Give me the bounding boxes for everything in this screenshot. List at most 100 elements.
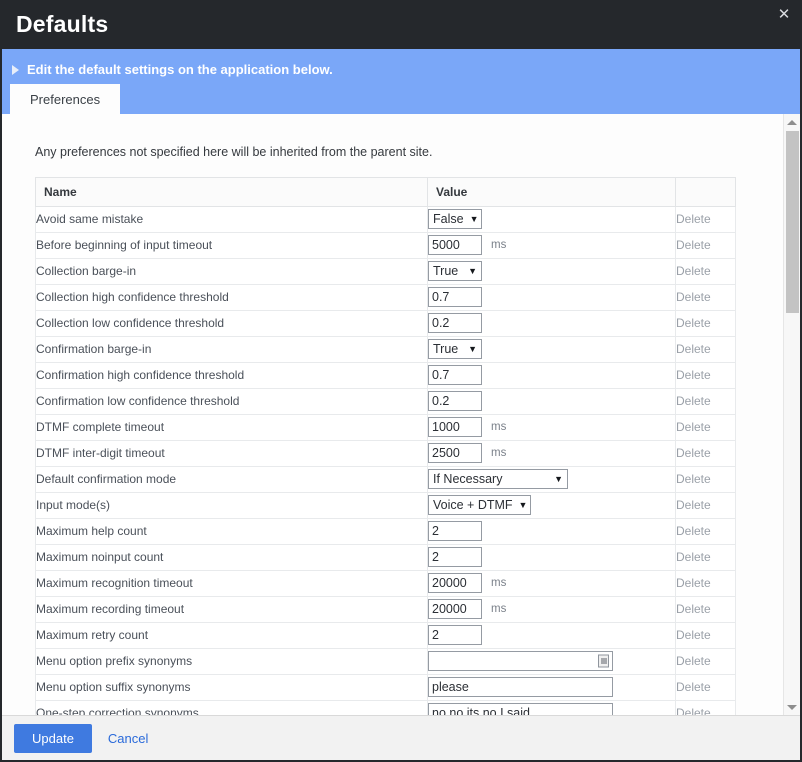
preference-input[interactable] bbox=[428, 599, 482, 619]
preference-input[interactable] bbox=[428, 547, 482, 567]
delete-link[interactable]: Delete bbox=[676, 290, 711, 304]
preference-value-cell bbox=[427, 673, 676, 701]
preference-value-cell: If Necessary ▼ bbox=[427, 465, 676, 493]
delete-link[interactable]: Delete bbox=[676, 264, 711, 278]
vertical-scrollbar[interactable] bbox=[783, 114, 800, 715]
delete-link[interactable]: Delete bbox=[676, 680, 711, 694]
scroll-down-arrow-icon[interactable] bbox=[784, 699, 800, 715]
delete-link[interactable]: Delete bbox=[676, 472, 711, 486]
instruction-row: Edit the default settings on the applica… bbox=[2, 49, 800, 79]
preference-input[interactable] bbox=[428, 391, 482, 411]
cancel-button[interactable]: Cancel bbox=[108, 732, 148, 745]
update-button[interactable]: Update bbox=[14, 723, 92, 753]
preference-value-cell: Voice + DTMF ▼ bbox=[427, 491, 676, 519]
preference-name: Default confirmation mode bbox=[35, 465, 428, 493]
table-row: Before beginning of input timeout ms Delet… bbox=[35, 231, 736, 259]
table-header-row: Name Value bbox=[35, 176, 736, 207]
defaults-dialog: Defaults ✕ Edit the default settings on … bbox=[0, 0, 802, 762]
preference-input[interactable] bbox=[428, 443, 482, 463]
delete-link[interactable]: Delete bbox=[676, 602, 711, 616]
preference-input[interactable] bbox=[428, 521, 482, 541]
delete-link[interactable]: Delete bbox=[676, 524, 711, 538]
content-area: Any preferences not specified here will … bbox=[2, 114, 800, 715]
preference-input[interactable] bbox=[428, 313, 482, 333]
preference-value-cell bbox=[427, 517, 676, 545]
tab-strip: Preferences bbox=[10, 84, 121, 114]
scroll-up-arrow-icon[interactable] bbox=[784, 114, 800, 130]
table-row: Maximum retry count Delete bbox=[35, 621, 736, 649]
value-unit-label: ms bbox=[491, 603, 507, 615]
preference-name: Confirmation low confidence threshold bbox=[35, 387, 428, 415]
preference-select-value: True bbox=[433, 341, 459, 356]
preference-input[interactable] bbox=[428, 573, 482, 593]
preference-value-cell bbox=[427, 699, 676, 715]
preference-name: Menu option suffix synonyms bbox=[35, 673, 428, 701]
preference-input[interactable] bbox=[428, 651, 613, 671]
preference-select-value: If Necessary bbox=[433, 471, 503, 486]
preference-select[interactable]: True ▼ bbox=[428, 261, 482, 281]
preference-value-cell: ms bbox=[427, 231, 676, 259]
table-row: Confirmation barge-in True ▼ Delete bbox=[35, 335, 736, 363]
preference-name: Collection high confidence threshold bbox=[35, 283, 428, 311]
delete-link[interactable]: Delete bbox=[676, 498, 711, 512]
preference-input[interactable] bbox=[428, 625, 482, 645]
preference-input[interactable] bbox=[428, 677, 613, 697]
preference-name: Maximum retry count bbox=[35, 621, 428, 649]
preference-name: DTMF complete timeout bbox=[35, 413, 428, 441]
preference-value-cell bbox=[427, 387, 676, 415]
preference-input[interactable] bbox=[428, 235, 482, 255]
preference-input[interactable] bbox=[428, 287, 482, 307]
column-header-name: Name bbox=[35, 176, 428, 207]
table-row: Maximum recognition timeout ms Delete bbox=[35, 569, 736, 597]
caret-right-icon bbox=[12, 64, 19, 75]
page-title: Defaults bbox=[16, 11, 109, 37]
table-row: One-step correction synonyms Delete bbox=[35, 699, 736, 715]
delete-link[interactable]: Delete bbox=[676, 446, 711, 460]
table-row: Menu option prefix synonyms Delete bbox=[35, 647, 736, 675]
table-row: Confirmation high confidence threshold De… bbox=[35, 361, 736, 389]
value-unit-label: ms bbox=[491, 421, 507, 433]
close-icon[interactable]: ✕ bbox=[774, 4, 794, 24]
delete-link[interactable]: Delete bbox=[676, 212, 711, 226]
delete-link[interactable]: Delete bbox=[676, 394, 711, 408]
preference-input[interactable] bbox=[428, 417, 482, 437]
instruction-text: Edit the default settings on the applica… bbox=[27, 62, 333, 77]
delete-link[interactable]: Delete bbox=[676, 628, 711, 642]
preference-select[interactable]: False ▼ bbox=[428, 209, 482, 229]
delete-link[interactable]: Delete bbox=[676, 316, 711, 330]
delete-link[interactable]: Delete bbox=[676, 576, 711, 590]
scrollbar-thumb[interactable] bbox=[786, 131, 799, 313]
preference-action-cell: Delete bbox=[675, 387, 736, 415]
instruction-banner: Edit the default settings on the applica… bbox=[2, 49, 800, 114]
chevron-down-icon: ▼ bbox=[469, 213, 479, 224]
preferences-table: Name Value Avoid same mistake False ▼ Delet… bbox=[35, 176, 736, 715]
delete-link[interactable]: Delete bbox=[676, 420, 711, 434]
delete-link[interactable]: Delete bbox=[676, 342, 711, 356]
column-header-actions bbox=[675, 176, 736, 207]
preference-select[interactable]: If Necessary ▼ bbox=[428, 469, 568, 489]
preference-select[interactable]: True ▼ bbox=[428, 339, 482, 359]
delete-link[interactable]: Delete bbox=[676, 368, 711, 382]
preference-action-cell: Delete bbox=[675, 231, 736, 259]
preference-input[interactable] bbox=[428, 365, 482, 385]
tab-preferences[interactable]: Preferences bbox=[10, 84, 121, 114]
dialog-footer: Update Cancel bbox=[2, 715, 800, 760]
delete-link[interactable]: Delete bbox=[676, 706, 711, 715]
value-unit-label: ms bbox=[491, 577, 507, 589]
preference-name: Maximum recording timeout bbox=[35, 595, 428, 623]
delete-link[interactable]: Delete bbox=[676, 238, 711, 252]
preference-name: Collection low confidence threshold bbox=[35, 309, 428, 337]
preference-name: Menu option prefix synonyms bbox=[35, 647, 428, 675]
preference-value-cell bbox=[427, 543, 676, 571]
preference-name: Confirmation high confidence threshold bbox=[35, 361, 428, 389]
table-row: Input mode(s) Voice + DTMF ▼ Delete bbox=[35, 491, 736, 519]
preference-value-cell bbox=[427, 647, 676, 675]
preference-value-cell bbox=[427, 621, 676, 649]
delete-link[interactable]: Delete bbox=[676, 654, 711, 668]
table-row: Collection low confidence threshold Delet… bbox=[35, 309, 736, 337]
list-picker-icon[interactable] bbox=[598, 654, 609, 668]
preference-input[interactable] bbox=[428, 703, 613, 715]
preference-value-cell: True ▼ bbox=[427, 335, 676, 363]
delete-link[interactable]: Delete bbox=[676, 550, 711, 564]
preference-select[interactable]: Voice + DTMF ▼ bbox=[428, 495, 531, 515]
